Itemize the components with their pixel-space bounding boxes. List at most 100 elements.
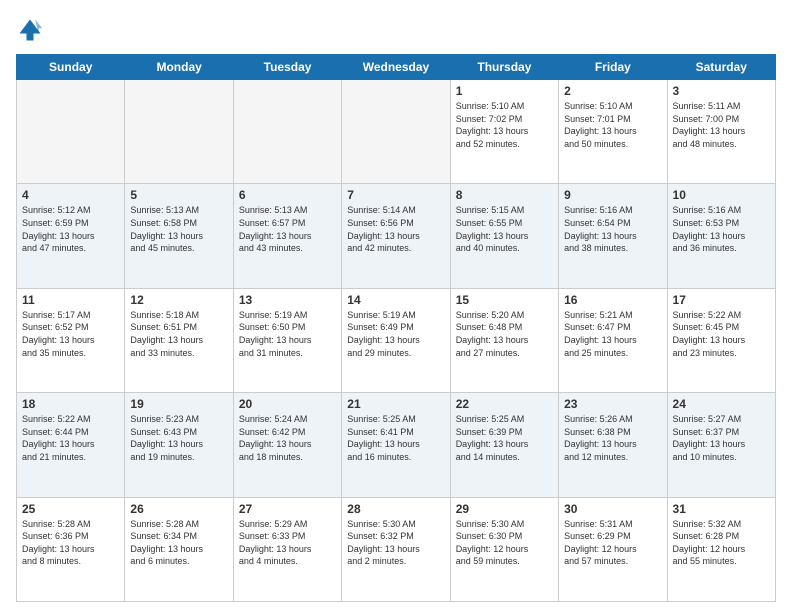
day-info: Sunrise: 5:13 AM Sunset: 6:58 PM Dayligh… [130, 204, 227, 254]
calendar-week-row: 11 Sunrise: 5:17 AM Sunset: 6:52 PM Dayli… [17, 288, 776, 392]
day-number: 22 [456, 397, 553, 411]
day-info: Sunrise: 5:22 AM Sunset: 6:44 PM Dayligh… [22, 413, 119, 463]
day-info: Sunrise: 5:29 AM Sunset: 6:33 PM Dayligh… [239, 518, 336, 568]
day-info: Sunrise: 5:18 AM Sunset: 6:51 PM Dayligh… [130, 309, 227, 359]
calendar-cell: 8Sunrise: 5:15 AM Sunset: 6:55 PM Daylig… [450, 184, 558, 288]
day-number: 26 [130, 502, 227, 516]
calendar-week-row: 18 Sunrise: 5:22 AM Sunset: 6:44 PM Dayli… [17, 393, 776, 497]
day-info: Sunrise: 5:19 AM Sunset: 6:49 PM Dayligh… [347, 309, 444, 359]
calendar-cell: 25Sunrise: 5:28 AM Sunset: 6:36 PM Dayli… [17, 497, 125, 601]
day-info: Sunrise: 5:13 AM Sunset: 6:57 PM Dayligh… [239, 204, 336, 254]
calendar-cell: 17 Sunrise: 5:22 AM Sunset: 6:45 PM Dayli… [667, 288, 775, 392]
weekday-header-wednesday: Wednesday [342, 55, 450, 80]
day-number: 23 [564, 397, 661, 411]
day-number: 11 [22, 293, 119, 307]
day-info: Sunrise: 5:19 AM Sunset: 6:50 PM Dayligh… [239, 309, 336, 359]
day-number: 8 [456, 188, 553, 202]
day-info: Sunrise: 5:27 AM Sunset: 6:37 PM Dayligh… [673, 413, 770, 463]
day-number: 12 [130, 293, 227, 307]
day-info: Sunrise: 5:25 AM Sunset: 6:41 PM Dayligh… [347, 413, 444, 463]
day-number: 28 [347, 502, 444, 516]
page: SundayMondayTuesdayWednesdayThursdayFrid… [0, 0, 792, 612]
calendar-cell: 11 Sunrise: 5:17 AM Sunset: 6:52 PM Dayli… [17, 288, 125, 392]
day-info: Sunrise: 5:16 AM Sunset: 6:54 PM Dayligh… [564, 204, 661, 254]
calendar-cell: 2Sunrise: 5:10 AM Sunset: 7:01 PM Daylig… [559, 80, 667, 184]
calendar-cell [342, 80, 450, 184]
day-info: Sunrise: 5:20 AM Sunset: 6:48 PM Dayligh… [456, 309, 553, 359]
day-info: Sunrise: 5:26 AM Sunset: 6:38 PM Dayligh… [564, 413, 661, 463]
calendar-cell: 6 Sunrise: 5:13 AM Sunset: 6:57 PM Daylig… [233, 184, 341, 288]
day-number: 2 [564, 84, 661, 98]
day-number: 9 [564, 188, 661, 202]
day-number: 18 [22, 397, 119, 411]
day-info: Sunrise: 5:14 AM Sunset: 6:56 PM Dayligh… [347, 204, 444, 254]
calendar-cell: 7Sunrise: 5:14 AM Sunset: 6:56 PM Daylig… [342, 184, 450, 288]
logo-icon [16, 16, 44, 44]
calendar-cell: 21 Sunrise: 5:25 AM Sunset: 6:41 PM Dayli… [342, 393, 450, 497]
day-number: 4 [22, 188, 119, 202]
calendar-cell: 30 Sunrise: 5:31 AM Sunset: 6:29 PM Dayli… [559, 497, 667, 601]
day-info: Sunrise: 5:24 AM Sunset: 6:42 PM Dayligh… [239, 413, 336, 463]
day-info: Sunrise: 5:23 AM Sunset: 6:43 PM Dayligh… [130, 413, 227, 463]
calendar-cell: 3 Sunrise: 5:11 AM Sunset: 7:00 PM Daylig… [667, 80, 775, 184]
day-info: Sunrise: 5:30 AM Sunset: 6:30 PM Dayligh… [456, 518, 553, 568]
calendar-cell [125, 80, 233, 184]
calendar-week-row: 1 Sunrise: 5:10 AM Sunset: 7:02 PM Daylig… [17, 80, 776, 184]
calendar-cell [17, 80, 125, 184]
day-number: 20 [239, 397, 336, 411]
calendar-cell: 16Sunrise: 5:21 AM Sunset: 6:47 PM Dayli… [559, 288, 667, 392]
calendar-cell: 27Sunrise: 5:29 AM Sunset: 6:33 PM Dayli… [233, 497, 341, 601]
day-number: 21 [347, 397, 444, 411]
day-info: Sunrise: 5:16 AM Sunset: 6:53 PM Dayligh… [673, 204, 770, 254]
logo [16, 16, 48, 44]
day-info: Sunrise: 5:31 AM Sunset: 6:29 PM Dayligh… [564, 518, 661, 568]
day-number: 19 [130, 397, 227, 411]
day-number: 10 [673, 188, 770, 202]
calendar-cell: 18 Sunrise: 5:22 AM Sunset: 6:44 PM Dayli… [17, 393, 125, 497]
calendar-cell: 10 Sunrise: 5:16 AM Sunset: 6:53 PM Dayli… [667, 184, 775, 288]
day-number: 29 [456, 502, 553, 516]
day-info: Sunrise: 5:28 AM Sunset: 6:34 PM Dayligh… [130, 518, 227, 568]
day-number: 1 [456, 84, 553, 98]
day-info: Sunrise: 5:32 AM Sunset: 6:28 PM Dayligh… [673, 518, 770, 568]
day-info: Sunrise: 5:28 AM Sunset: 6:36 PM Dayligh… [22, 518, 119, 568]
calendar-cell: 29 Sunrise: 5:30 AM Sunset: 6:30 PM Dayli… [450, 497, 558, 601]
weekday-header-monday: Monday [125, 55, 233, 80]
calendar-cell: 24 Sunrise: 5:27 AM Sunset: 6:37 PM Dayli… [667, 393, 775, 497]
calendar-cell: 15 Sunrise: 5:20 AM Sunset: 6:48 PM Dayli… [450, 288, 558, 392]
calendar-week-row: 25Sunrise: 5:28 AM Sunset: 6:36 PM Dayli… [17, 497, 776, 601]
calendar-cell: 26 Sunrise: 5:28 AM Sunset: 6:34 PM Dayli… [125, 497, 233, 601]
day-number: 14 [347, 293, 444, 307]
day-number: 31 [673, 502, 770, 516]
calendar-cell [233, 80, 341, 184]
weekday-header-friday: Friday [559, 55, 667, 80]
day-number: 5 [130, 188, 227, 202]
calendar-cell: 20 Sunrise: 5:24 AM Sunset: 6:42 PM Dayli… [233, 393, 341, 497]
day-info: Sunrise: 5:10 AM Sunset: 7:02 PM Dayligh… [456, 100, 553, 150]
day-number: 17 [673, 293, 770, 307]
day-info: Sunrise: 5:30 AM Sunset: 6:32 PM Dayligh… [347, 518, 444, 568]
calendar-cell: 31 Sunrise: 5:32 AM Sunset: 6:28 PM Dayli… [667, 497, 775, 601]
calendar-cell: 28 Sunrise: 5:30 AM Sunset: 6:32 PM Dayli… [342, 497, 450, 601]
day-info: Sunrise: 5:21 AM Sunset: 6:47 PM Dayligh… [564, 309, 661, 359]
calendar-cell: 22 Sunrise: 5:25 AM Sunset: 6:39 PM Dayli… [450, 393, 558, 497]
day-number: 3 [673, 84, 770, 98]
calendar-cell: 23 Sunrise: 5:26 AM Sunset: 6:38 PM Dayli… [559, 393, 667, 497]
day-number: 15 [456, 293, 553, 307]
day-info: Sunrise: 5:22 AM Sunset: 6:45 PM Dayligh… [673, 309, 770, 359]
day-number: 13 [239, 293, 336, 307]
calendar-cell: 5 Sunrise: 5:13 AM Sunset: 6:58 PM Daylig… [125, 184, 233, 288]
day-info: Sunrise: 5:25 AM Sunset: 6:39 PM Dayligh… [456, 413, 553, 463]
calendar-cell: 14 Sunrise: 5:19 AM Sunset: 6:49 PM Dayli… [342, 288, 450, 392]
day-number: 30 [564, 502, 661, 516]
day-number: 24 [673, 397, 770, 411]
day-number: 6 [239, 188, 336, 202]
weekday-header-row: SundayMondayTuesdayWednesdayThursdayFrid… [17, 55, 776, 80]
day-info: Sunrise: 5:11 AM Sunset: 7:00 PM Dayligh… [673, 100, 770, 150]
calendar-week-row: 4Sunrise: 5:12 AM Sunset: 6:59 PM Daylig… [17, 184, 776, 288]
weekday-header-thursday: Thursday [450, 55, 558, 80]
weekday-header-tuesday: Tuesday [233, 55, 341, 80]
weekday-header-saturday: Saturday [667, 55, 775, 80]
calendar-cell: 4Sunrise: 5:12 AM Sunset: 6:59 PM Daylig… [17, 184, 125, 288]
day-info: Sunrise: 5:17 AM Sunset: 6:52 PM Dayligh… [22, 309, 119, 359]
